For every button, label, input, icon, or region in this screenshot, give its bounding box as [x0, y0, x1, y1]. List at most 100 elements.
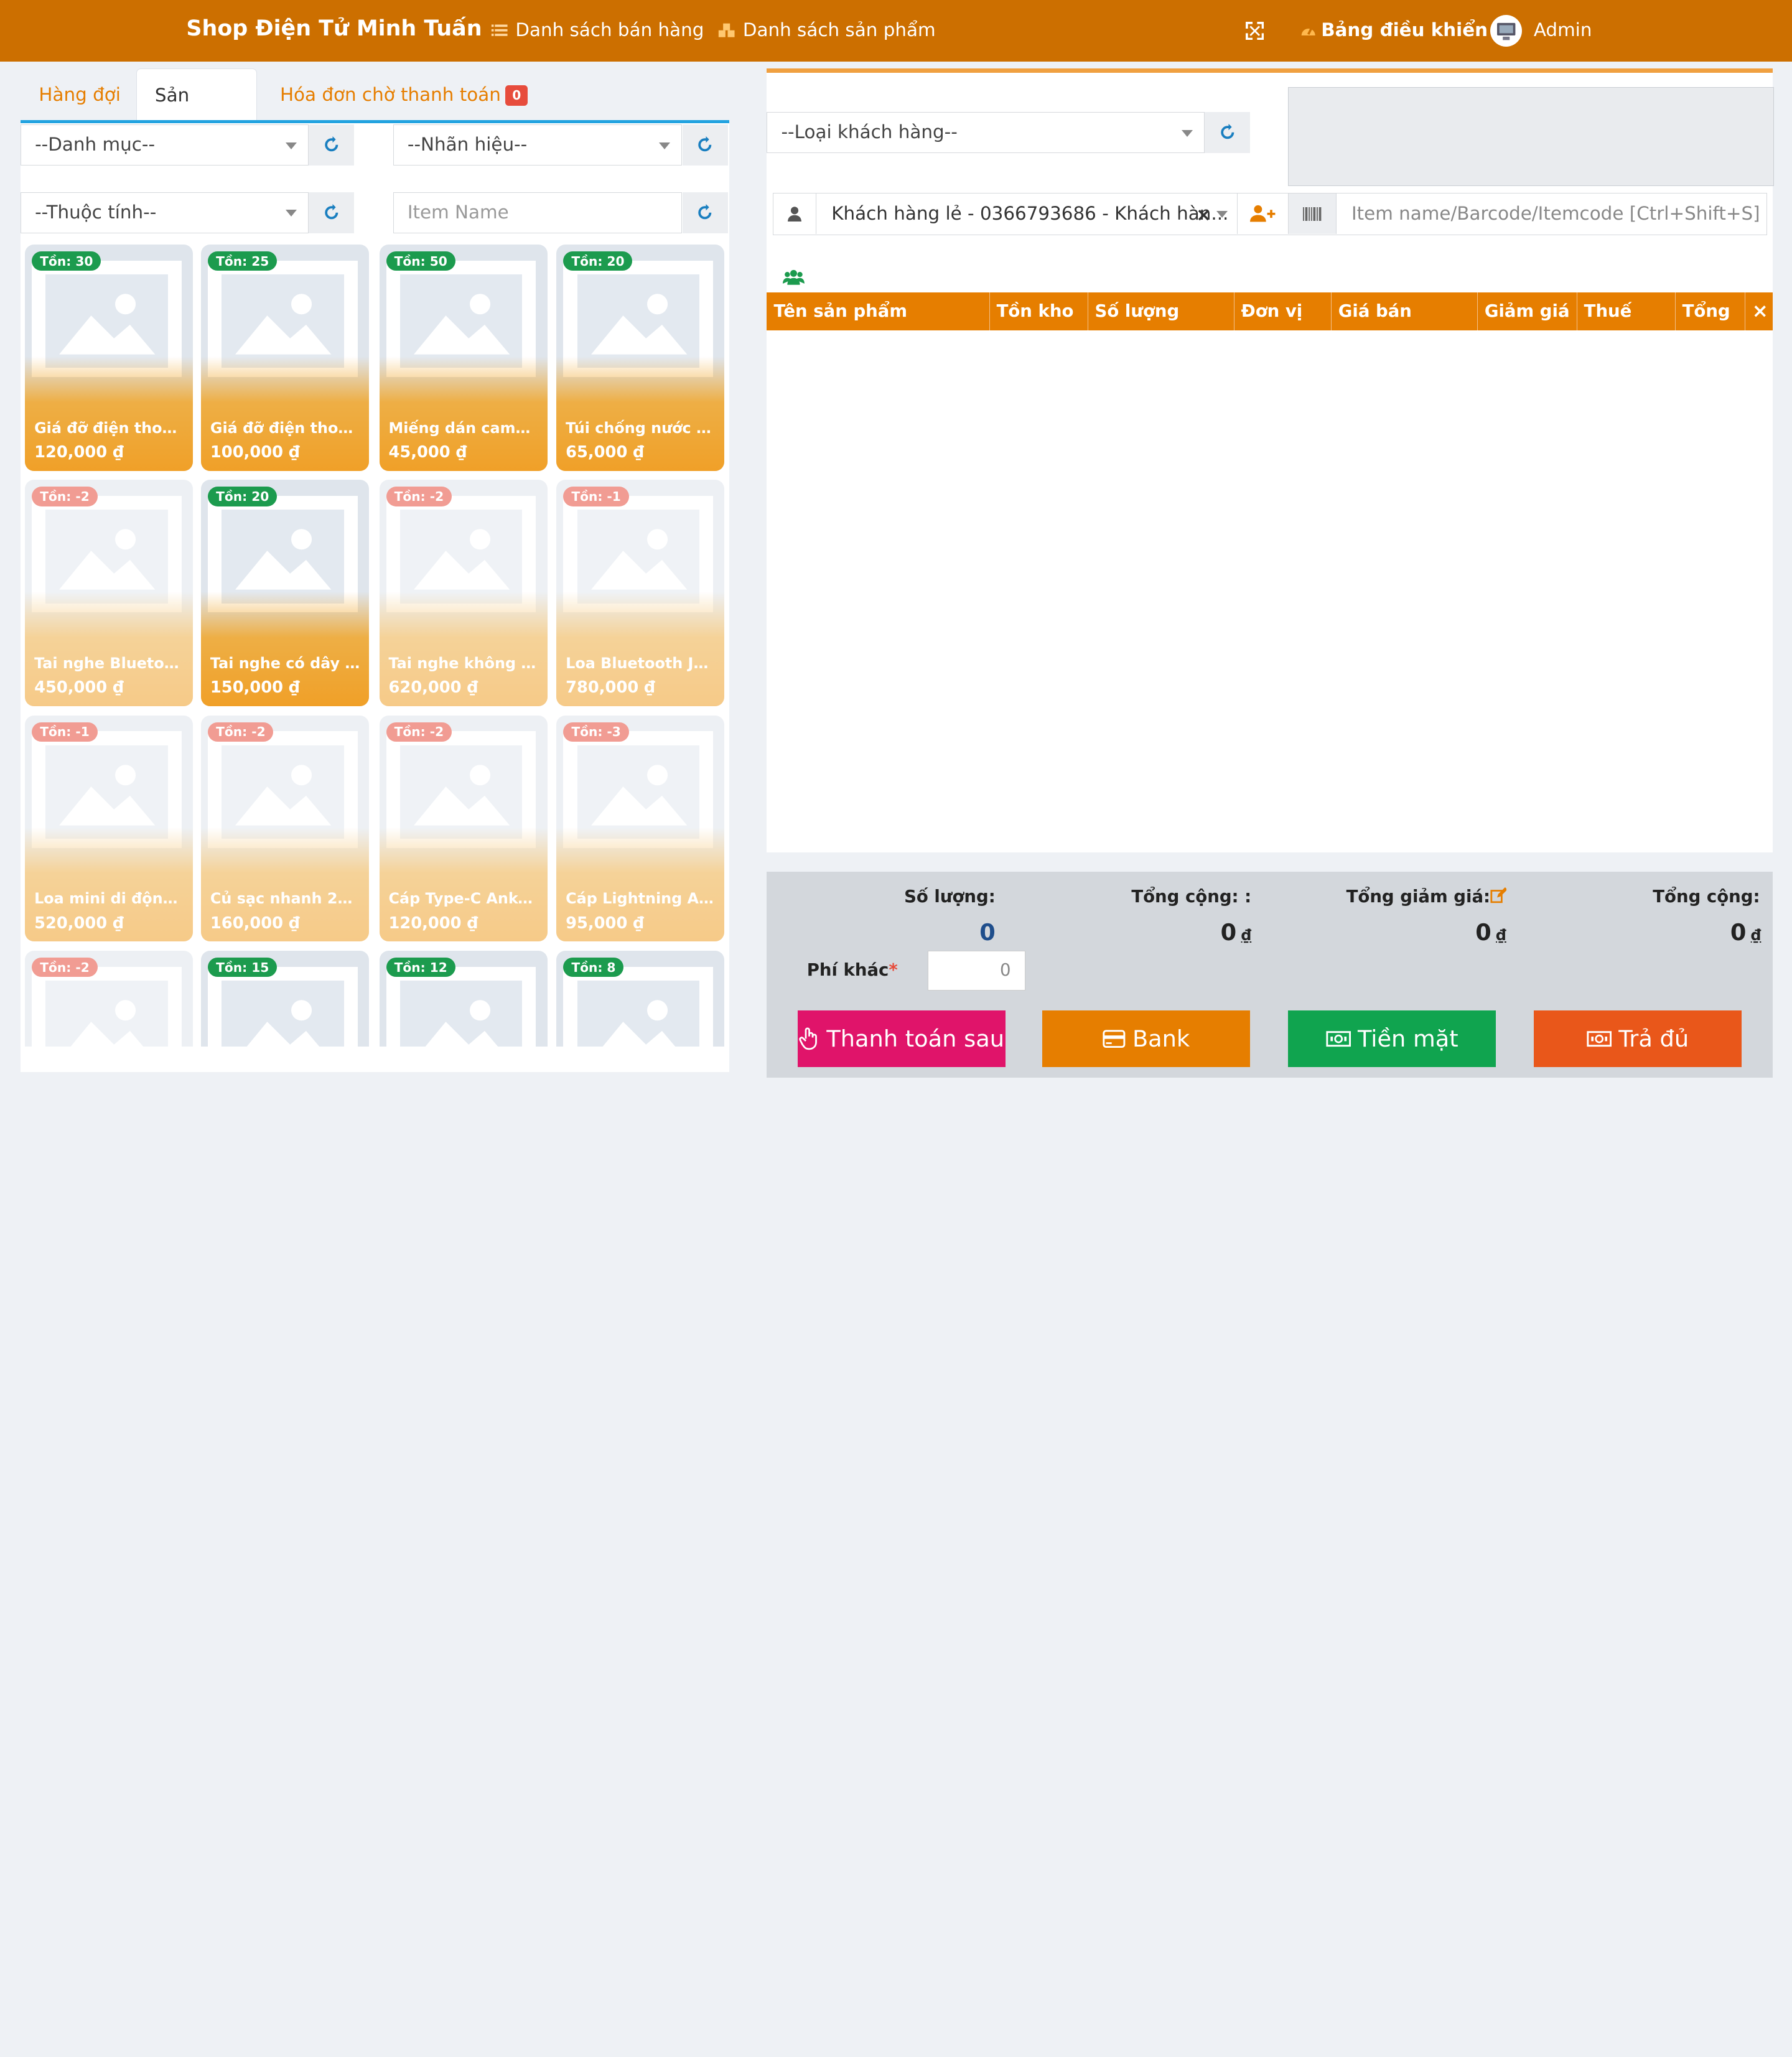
category-refresh-button[interactable]	[308, 124, 355, 166]
attribute-select-value: --Thuộc tính--	[35, 201, 157, 223]
credit-card-icon	[1103, 1030, 1126, 1048]
product-card[interactable]: Tồn: 20 Túi chống nước đi... 65,000 ₫	[556, 245, 725, 471]
stock-badge: Tồn: 20	[208, 487, 278, 506]
clear-cart-icon[interactable]: ×	[1745, 292, 1773, 330]
product-card[interactable]: Tồn: 12	[379, 951, 548, 1047]
product-card[interactable]: Tồn: -2 Tai nghe Bluetoot... 450,000 ₫	[25, 480, 194, 707]
product-price: 780,000 ₫	[566, 678, 656, 697]
product-card[interactable]: Tồn: -3 Cáp Lightning An... 95,000 ₫	[556, 715, 725, 942]
product-card[interactable]: Tồn: -2	[25, 951, 194, 1047]
stock-badge: Tồn: -1	[563, 487, 629, 506]
stock-badge: Tồn: 20	[563, 251, 633, 271]
currency-symbol: ₫	[1241, 926, 1252, 944]
product-card[interactable]: Tồn: 30 Giá đỡ điện thoại ... 120,000 ₫	[25, 245, 194, 471]
customer-select[interactable]: Khách hàng lẻ - 0366793686 - Khách hàn..…	[816, 194, 1237, 233]
category-select[interactable]: --Danh mục--	[21, 124, 309, 166]
product-card[interactable]: Tồn: -1 Loa mini di động ... 520,000 ₫	[25, 715, 194, 942]
attribute-select[interactable]: --Thuộc tính--	[21, 192, 309, 233]
other-fee-input[interactable]: 0	[928, 951, 1025, 991]
col-total: Tổng	[1676, 292, 1745, 330]
nav-products-list[interactable]: Danh sách sản phẩm	[717, 19, 936, 40]
product-card[interactable]: Tồn: -2 Tai nghe không d... 620,000 ₫	[379, 480, 548, 707]
money-icon	[1587, 1031, 1612, 1047]
brand-select-value: --Nhãn hiệu--	[407, 134, 528, 156]
product-card[interactable]: Tồn: 15	[201, 951, 370, 1047]
product-card[interactable]: Tồn: 8	[556, 951, 725, 1047]
customer-type-refresh-button[interactable]	[1204, 111, 1251, 154]
image-placeholder-icon	[32, 966, 182, 1047]
tab-pending-label: Hóa đơn chờ thanh toán	[279, 84, 501, 106]
summary-discount-value: 0 ₫	[1314, 919, 1506, 946]
list-icon	[491, 24, 508, 36]
item-name-input[interactable]: Item Name	[393, 192, 683, 233]
stock-badge: Tồn: 50	[386, 251, 455, 271]
nav-sales-label: Danh sách bán hàng	[515, 19, 704, 41]
product-card[interactable]: Tồn: -1 Loa Bluetooth JBL... 780,000 ₫	[556, 480, 725, 707]
col-unit: Đơn vị	[1234, 292, 1332, 330]
user-plus-icon	[1250, 205, 1276, 222]
product-card[interactable]: Tồn: 25 Giá đỡ điện thoại ... 100,000 ₫	[201, 245, 370, 471]
avatar[interactable]	[1490, 14, 1523, 47]
fullscreen-icon[interactable]	[1246, 21, 1264, 40]
note-textarea[interactable]	[1287, 86, 1774, 187]
category-select-value: --Danh mục--	[35, 134, 156, 156]
product-card[interactable]: Tồn: 20 Tai nghe có dây S... 150,000 ₫	[201, 480, 370, 707]
col-discount: Giảm giá	[1478, 292, 1577, 330]
clear-customer-icon[interactable]: ×	[1196, 204, 1211, 225]
user-name[interactable]: Admin	[1534, 19, 1592, 40]
bank-button[interactable]: Bank	[1042, 1010, 1251, 1068]
stock-badge: Tồn: 25	[208, 251, 278, 271]
product-name: Giá đỡ điện thoại ...	[210, 419, 360, 437]
edit-icon[interactable]	[1490, 887, 1506, 903]
summary-subtotal-label: Tổng cộng: :	[1131, 887, 1252, 907]
refresh-icon	[698, 203, 712, 220]
chevron-down-icon	[1216, 210, 1228, 218]
stock-badge: Tồn: -1	[32, 722, 98, 742]
item-search-input[interactable]: Item name/Barcode/Itemcode [Ctrl+Shift+S…	[1338, 194, 1765, 233]
summary-qty-value: 0	[979, 918, 996, 946]
stock-badge: Tồn: 15	[208, 958, 278, 977]
stock-badge: Tồn: -2	[32, 487, 98, 506]
item-name-refresh-button[interactable]	[682, 192, 728, 233]
stock-badge: Tồn: 12	[386, 958, 455, 977]
hand-icon	[799, 1027, 818, 1050]
product-price: 100,000 ₫	[210, 443, 300, 462]
chevron-down-icon	[285, 142, 297, 149]
image-placeholder-icon	[208, 966, 358, 1047]
attribute-refresh-button[interactable]	[308, 192, 355, 233]
product-price: 95,000 ₫	[566, 913, 645, 933]
tab-queue[interactable]: Hàng đợi	[21, 68, 139, 121]
customer-type-select[interactable]: --Loại khách hàng--	[767, 111, 1205, 154]
product-price: 150,000 ₫	[210, 678, 300, 697]
dashboard-link[interactable]: Bảng điều khiển	[1299, 19, 1488, 40]
brand-refresh-button[interactable]	[682, 124, 728, 166]
bank-label: Bank	[1132, 1025, 1190, 1053]
product-card[interactable]: Tồn: -2 Củ sạc nhanh 20... 160,000 ₫	[201, 715, 370, 942]
product-name: Miếng dán camer...	[388, 419, 539, 437]
stock-badge: Tồn: -2	[32, 958, 98, 977]
brand-select[interactable]: --Nhãn hiệu--	[393, 124, 683, 166]
product-card[interactable]: Tồn: 50 Miếng dán camer... 45,000 ₫	[379, 245, 548, 471]
refresh-icon	[325, 203, 338, 220]
image-placeholder-icon	[386, 966, 536, 1047]
currency-symbol: ₫	[1496, 926, 1506, 944]
stock-badge: Tồn: -2	[386, 722, 452, 742]
tab-products[interactable]: Sản phẩm	[136, 68, 258, 159]
summary-total-label: Tổng cộng:	[1653, 887, 1760, 907]
stock-badge: Tồn: -3	[563, 722, 629, 742]
tab-bar: Hàng đợi Sản phẩm Hóa đơn chờ thanh toán…	[21, 68, 729, 159]
summary-total-value: 0 ₫	[1577, 919, 1762, 946]
brand-name[interactable]: Shop Điện Tử Minh Tuấn	[186, 16, 482, 41]
pay-full-label: Trả đủ	[1618, 1025, 1689, 1053]
pay-later-button[interactable]: Thanh toán sau	[798, 1010, 1006, 1068]
stock-badge: Tồn: 30	[32, 251, 101, 271]
product-card[interactable]: Tồn: -2 Cáp Type-C Anke... 120,000 ₫	[379, 715, 548, 942]
users-icon[interactable]	[783, 269, 805, 286]
summary-discount-label: Tổng giảm giá:	[1314, 887, 1506, 907]
cash-button[interactable]: Tiền mặt	[1287, 1010, 1496, 1068]
nav-sales-list[interactable]: Danh sách bán hàng	[490, 19, 704, 40]
pay-full-button[interactable]: Trả đủ	[1533, 1010, 1742, 1068]
add-customer-button[interactable]	[1237, 194, 1289, 234]
tab-pending-invoices[interactable]: Hóa đơn chờ thanh toán 0	[262, 68, 546, 121]
refresh-icon	[1221, 124, 1234, 139]
